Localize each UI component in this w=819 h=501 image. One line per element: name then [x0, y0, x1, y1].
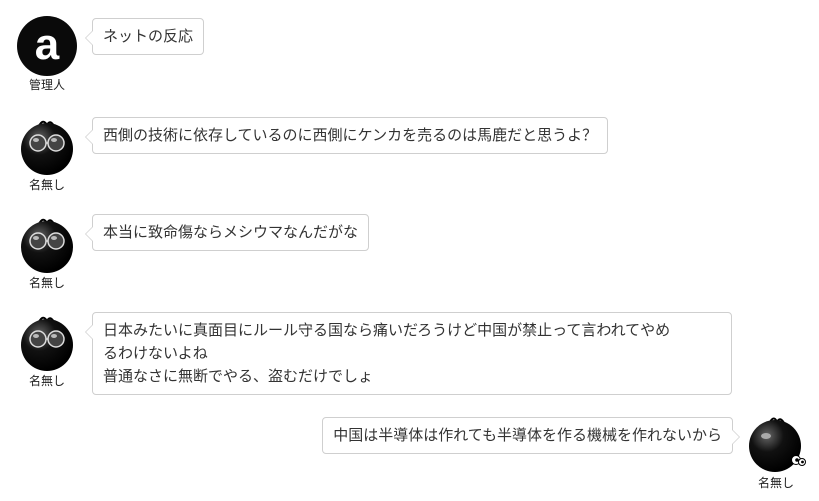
message-text: ネットの反応 [103, 27, 194, 45]
author-name: 名無し [28, 276, 65, 290]
author-name: 名無し [28, 374, 65, 388]
message-bubble: 中国は半導体は作れても半導体を作る機械を作れないから [322, 417, 740, 454]
avatar: a 管理人 [15, 16, 79, 92]
avatar: 名無し [15, 116, 79, 192]
message-text-line: 普通なさに無断でやる、盗むだけでしょ [103, 367, 374, 385]
message-bubble: 西側の技術に依存しているのに西側にケンカを売るのは馬鹿だと思うよ？ [84, 117, 609, 154]
black-ball-sunglasses-icon [21, 218, 73, 273]
author-name: 名無し [757, 476, 794, 490]
svg-text:a: a [35, 20, 60, 69]
avatar: 名無し [744, 414, 808, 490]
message-text: 中国は半導体は作れても半導体を作る機械を作れないから [333, 426, 722, 444]
message-bubble: 本当に致命傷ならメシウマなんだがな [84, 214, 370, 251]
message-bubble: ネットの反応 [84, 18, 205, 55]
message-text: 本当に致命傷ならメシウマなんだがな [103, 223, 359, 241]
message-text-line: 日本みたいに真面目にルール守る国なら痛いだろうけど中国が禁止って言われてやめ [103, 321, 671, 339]
black-ball-sunglasses-icon [21, 120, 73, 175]
author-name: 名無し [28, 178, 65, 192]
message-bubble: 日本みたいに真面目にルール守る国なら痛いだろうけど中国が禁止って言われてやめ る… [85, 312, 732, 395]
message-text-line: るわけないよね [103, 344, 208, 362]
avatar: 名無し [15, 312, 79, 388]
avatar: 名無し [15, 214, 79, 290]
black-ball-sunglasses-icon [21, 316, 73, 371]
author-name: 管理人 [28, 78, 65, 92]
black-ball-eyes-icon [749, 417, 806, 472]
message-text: 西側の技術に依存しているのに西側にケンカを売るのは馬鹿だと思うよ？ [103, 126, 598, 144]
admin-a-icon: a [17, 16, 77, 76]
